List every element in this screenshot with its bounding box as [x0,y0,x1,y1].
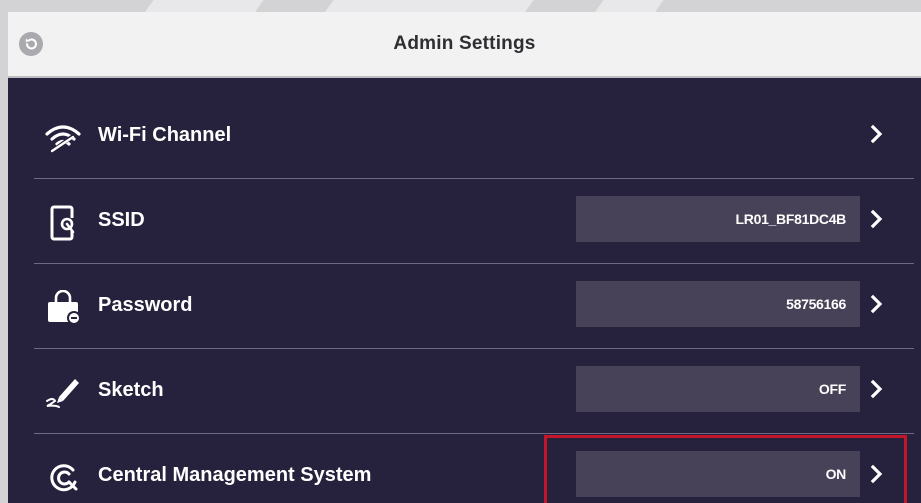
settings-row-cms[interactable]: Central Management System ON [34,434,914,503]
settings-panel: Wi-Fi Channel SSID LR01_BF81DC4B Passwor… [8,78,921,503]
chevron-right-icon [866,292,888,316]
settings-row-password[interactable]: Password 58756166 [34,264,914,348]
cms-label: Central Management System [98,464,372,486]
chevron-right-icon [866,377,888,401]
admin-settings-screen: Admin Settings Wi-Fi Channel SSID LR01_B… [0,0,921,503]
ssid-value: LR01_BF81DC4B [735,211,847,227]
chevron-right-icon [866,122,888,146]
settings-row-wifi-channel[interactable]: Wi-Fi Channel [34,94,914,178]
page-title: Admin Settings [393,33,536,54]
header-bar: Admin Settings [8,12,921,78]
cms-value-field[interactable]: ON [576,451,860,497]
ssid-label: SSID [98,209,145,231]
sketch-label: Sketch [98,379,164,401]
wifi-channel-label: Wi-Fi Channel [98,124,232,146]
pen-icon [42,375,84,411]
lock-bag-icon [42,290,84,326]
ssid-value-field[interactable]: LR01_BF81DC4B [576,196,860,242]
tablet-settings-icon [42,205,84,241]
password-label: Password [98,294,193,316]
settings-row-sketch[interactable]: Sketch OFF [34,349,914,433]
settings-row-ssid[interactable]: SSID LR01_BF81DC4B [34,179,914,263]
sketch-value-field[interactable]: OFF [576,366,860,412]
chevron-right-icon [866,207,888,231]
chevron-right-icon [866,462,888,486]
wifi-icon [42,120,84,156]
password-value: 58756166 [786,296,846,312]
cms-icon [42,460,84,496]
cms-value: ON [825,466,847,482]
password-value-field[interactable]: 58756166 [576,281,860,327]
sketch-value: OFF [818,381,846,397]
